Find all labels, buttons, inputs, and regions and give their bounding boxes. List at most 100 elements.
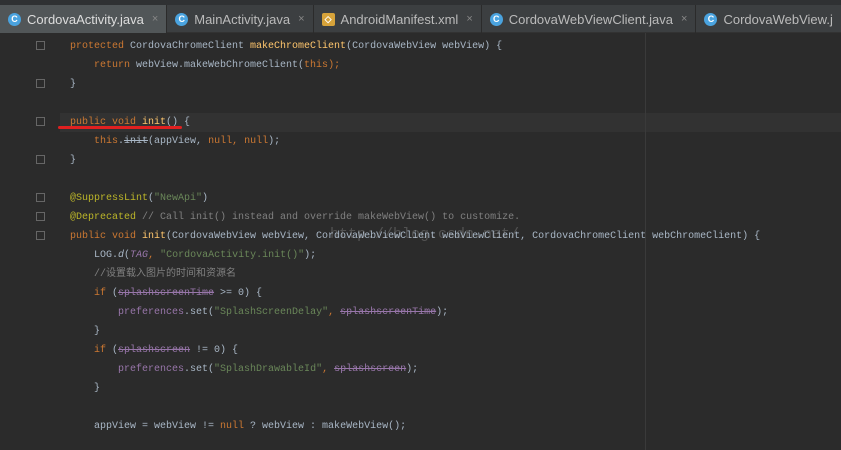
code-token: init: [142, 231, 167, 242]
code-token: preferences: [70, 307, 185, 318]
class-icon: C: [175, 12, 189, 26]
tab-label: CordovaWebView.j: [723, 11, 833, 27]
code-token: .set(: [184, 307, 215, 318]
code-token: makeChromeClient: [250, 41, 347, 52]
code-token: LOG.: [70, 250, 119, 261]
code-token: init: [124, 136, 149, 147]
code-line: }: [70, 75, 760, 94]
code-token: protected: [70, 41, 131, 52]
tab-label: MainActivity.java: [194, 11, 291, 27]
code-token: .set(: [184, 364, 215, 375]
close-tab-icon[interactable]: ×: [298, 13, 304, 25]
code-line: protected CordovaChromeClient makeChrome…: [70, 37, 760, 56]
code-token: != 0) {: [190, 345, 239, 356]
fold-icon[interactable]: [36, 79, 45, 88]
fold-icon[interactable]: [36, 212, 45, 221]
code-token: if: [70, 345, 113, 356]
class-icon: C: [704, 12, 718, 26]
red-annotation-underline: [58, 126, 182, 129]
code-line: @Deprecated // Call init() instead and o…: [70, 208, 760, 227]
fold-icon[interactable]: [36, 193, 45, 202]
code-token: // Call init() instead and override make…: [142, 212, 521, 223]
code-token: public void: [70, 231, 143, 242]
code-token: ,: [328, 307, 341, 318]
code-token: ): [202, 193, 209, 204]
code-line: if (splashscreen != 0) {: [70, 341, 760, 360]
close-tab-icon[interactable]: ×: [466, 13, 472, 25]
code-token: );: [406, 364, 419, 375]
code-token: null, null: [208, 136, 269, 147]
code-token: ,: [322, 364, 335, 375]
code-line: if (splashscreenTime >= 0) {: [70, 284, 760, 303]
tab-label: AndroidManifest.xml: [340, 11, 459, 27]
code-token: this: [70, 136, 119, 147]
tab-0[interactable]: C CordovaActivity.java ×: [0, 5, 168, 33]
fold-icon[interactable]: [36, 231, 45, 240]
gutter: [0, 33, 60, 450]
tab-4[interactable]: C CordovaWebView.j: [696, 5, 841, 33]
tab-label: CordovaActivity.java: [27, 11, 144, 27]
fold-icon[interactable]: [36, 155, 45, 164]
code-token: @SuppressLint: [70, 193, 149, 204]
code-line: @SuppressLint("NewApi"): [70, 189, 760, 208]
code-token: }: [70, 383, 101, 394]
class-icon: C: [489, 12, 503, 26]
code-token: CordovaChromeClient: [130, 41, 251, 52]
code-token: );: [268, 136, 281, 147]
code-token: "CordovaActivity.init()": [160, 250, 305, 261]
code-token: >= 0) {: [214, 288, 263, 299]
tab-3[interactable]: C CordovaWebViewClient.java ×: [482, 5, 697, 33]
code-token: ,: [148, 250, 161, 261]
code-token: @Deprecated: [70, 212, 143, 223]
code-line: preferences.set("SplashDrawableId", spla…: [70, 360, 760, 379]
code-token: );: [436, 307, 449, 318]
code-line: appView = webView != null ? webView : ma…: [70, 417, 760, 436]
code-token: ? webView : makeWebView();: [244, 421, 407, 432]
code-token: "NewApi": [154, 193, 203, 204]
code-token: preferences: [70, 364, 185, 375]
code-token: (CordovaWebView webView) {: [346, 41, 503, 52]
code-line: }: [70, 151, 760, 170]
code-line: this.init(appView, null, null);: [70, 132, 760, 151]
code-line: return webView.makeWebChromeClient(this)…: [70, 56, 760, 75]
code-token: }: [70, 155, 77, 166]
code-token: }: [70, 79, 77, 90]
code-line: LOG.d(TAG, "CordovaActivity.init()");: [70, 246, 760, 265]
fold-icon[interactable]: [36, 117, 45, 126]
code-line: //设置载入图片的时间和资源名: [70, 265, 760, 284]
code-token: webView.makeWebChromeClient(: [136, 60, 305, 71]
code-token: );: [328, 60, 341, 71]
close-tab-icon[interactable]: ×: [152, 13, 158, 25]
fold-icon[interactable]: [36, 41, 45, 50]
xml-file-icon: ◇: [321, 12, 335, 26]
code-line: preferences.set("SplashScreenDelay", spl…: [70, 303, 760, 322]
code-token: splashscreenTime: [340, 307, 437, 318]
code-line: }: [70, 379, 760, 398]
code-line: }: [70, 322, 760, 341]
code-token: if: [70, 288, 113, 299]
code-token: appView = webView !=: [70, 421, 221, 432]
class-icon: C: [8, 12, 21, 26]
code-token: this: [304, 60, 329, 71]
code-token: "SplashScreenDelay": [214, 307, 329, 318]
code-token: );: [304, 250, 317, 261]
code-token: return: [70, 60, 137, 71]
watermark: http://blog.csdn.net/: [330, 226, 520, 243]
code-token: splashscreen: [118, 345, 191, 356]
code-token: "SplashDrawableId": [214, 364, 323, 375]
code-token: null: [220, 421, 245, 432]
tab-label: CordovaWebViewClient.java: [508, 11, 674, 27]
code-token: splashscreen: [334, 364, 407, 375]
close-tab-icon[interactable]: ×: [681, 13, 687, 25]
editor-tabs: C CordovaActivity.java × C MainActivity.java…: [0, 0, 841, 33]
code-line: public void init() {: [70, 113, 760, 132]
tab-2[interactable]: ◇ AndroidManifest.xml ×: [314, 5, 482, 33]
tab-1[interactable]: C MainActivity.java ×: [167, 5, 314, 33]
code-token: TAG: [130, 250, 149, 261]
code-token: //设置载入图片的时间和资源名: [70, 269, 237, 280]
code-token: splashscreenTime: [118, 288, 215, 299]
code-token: (appView,: [148, 136, 209, 147]
